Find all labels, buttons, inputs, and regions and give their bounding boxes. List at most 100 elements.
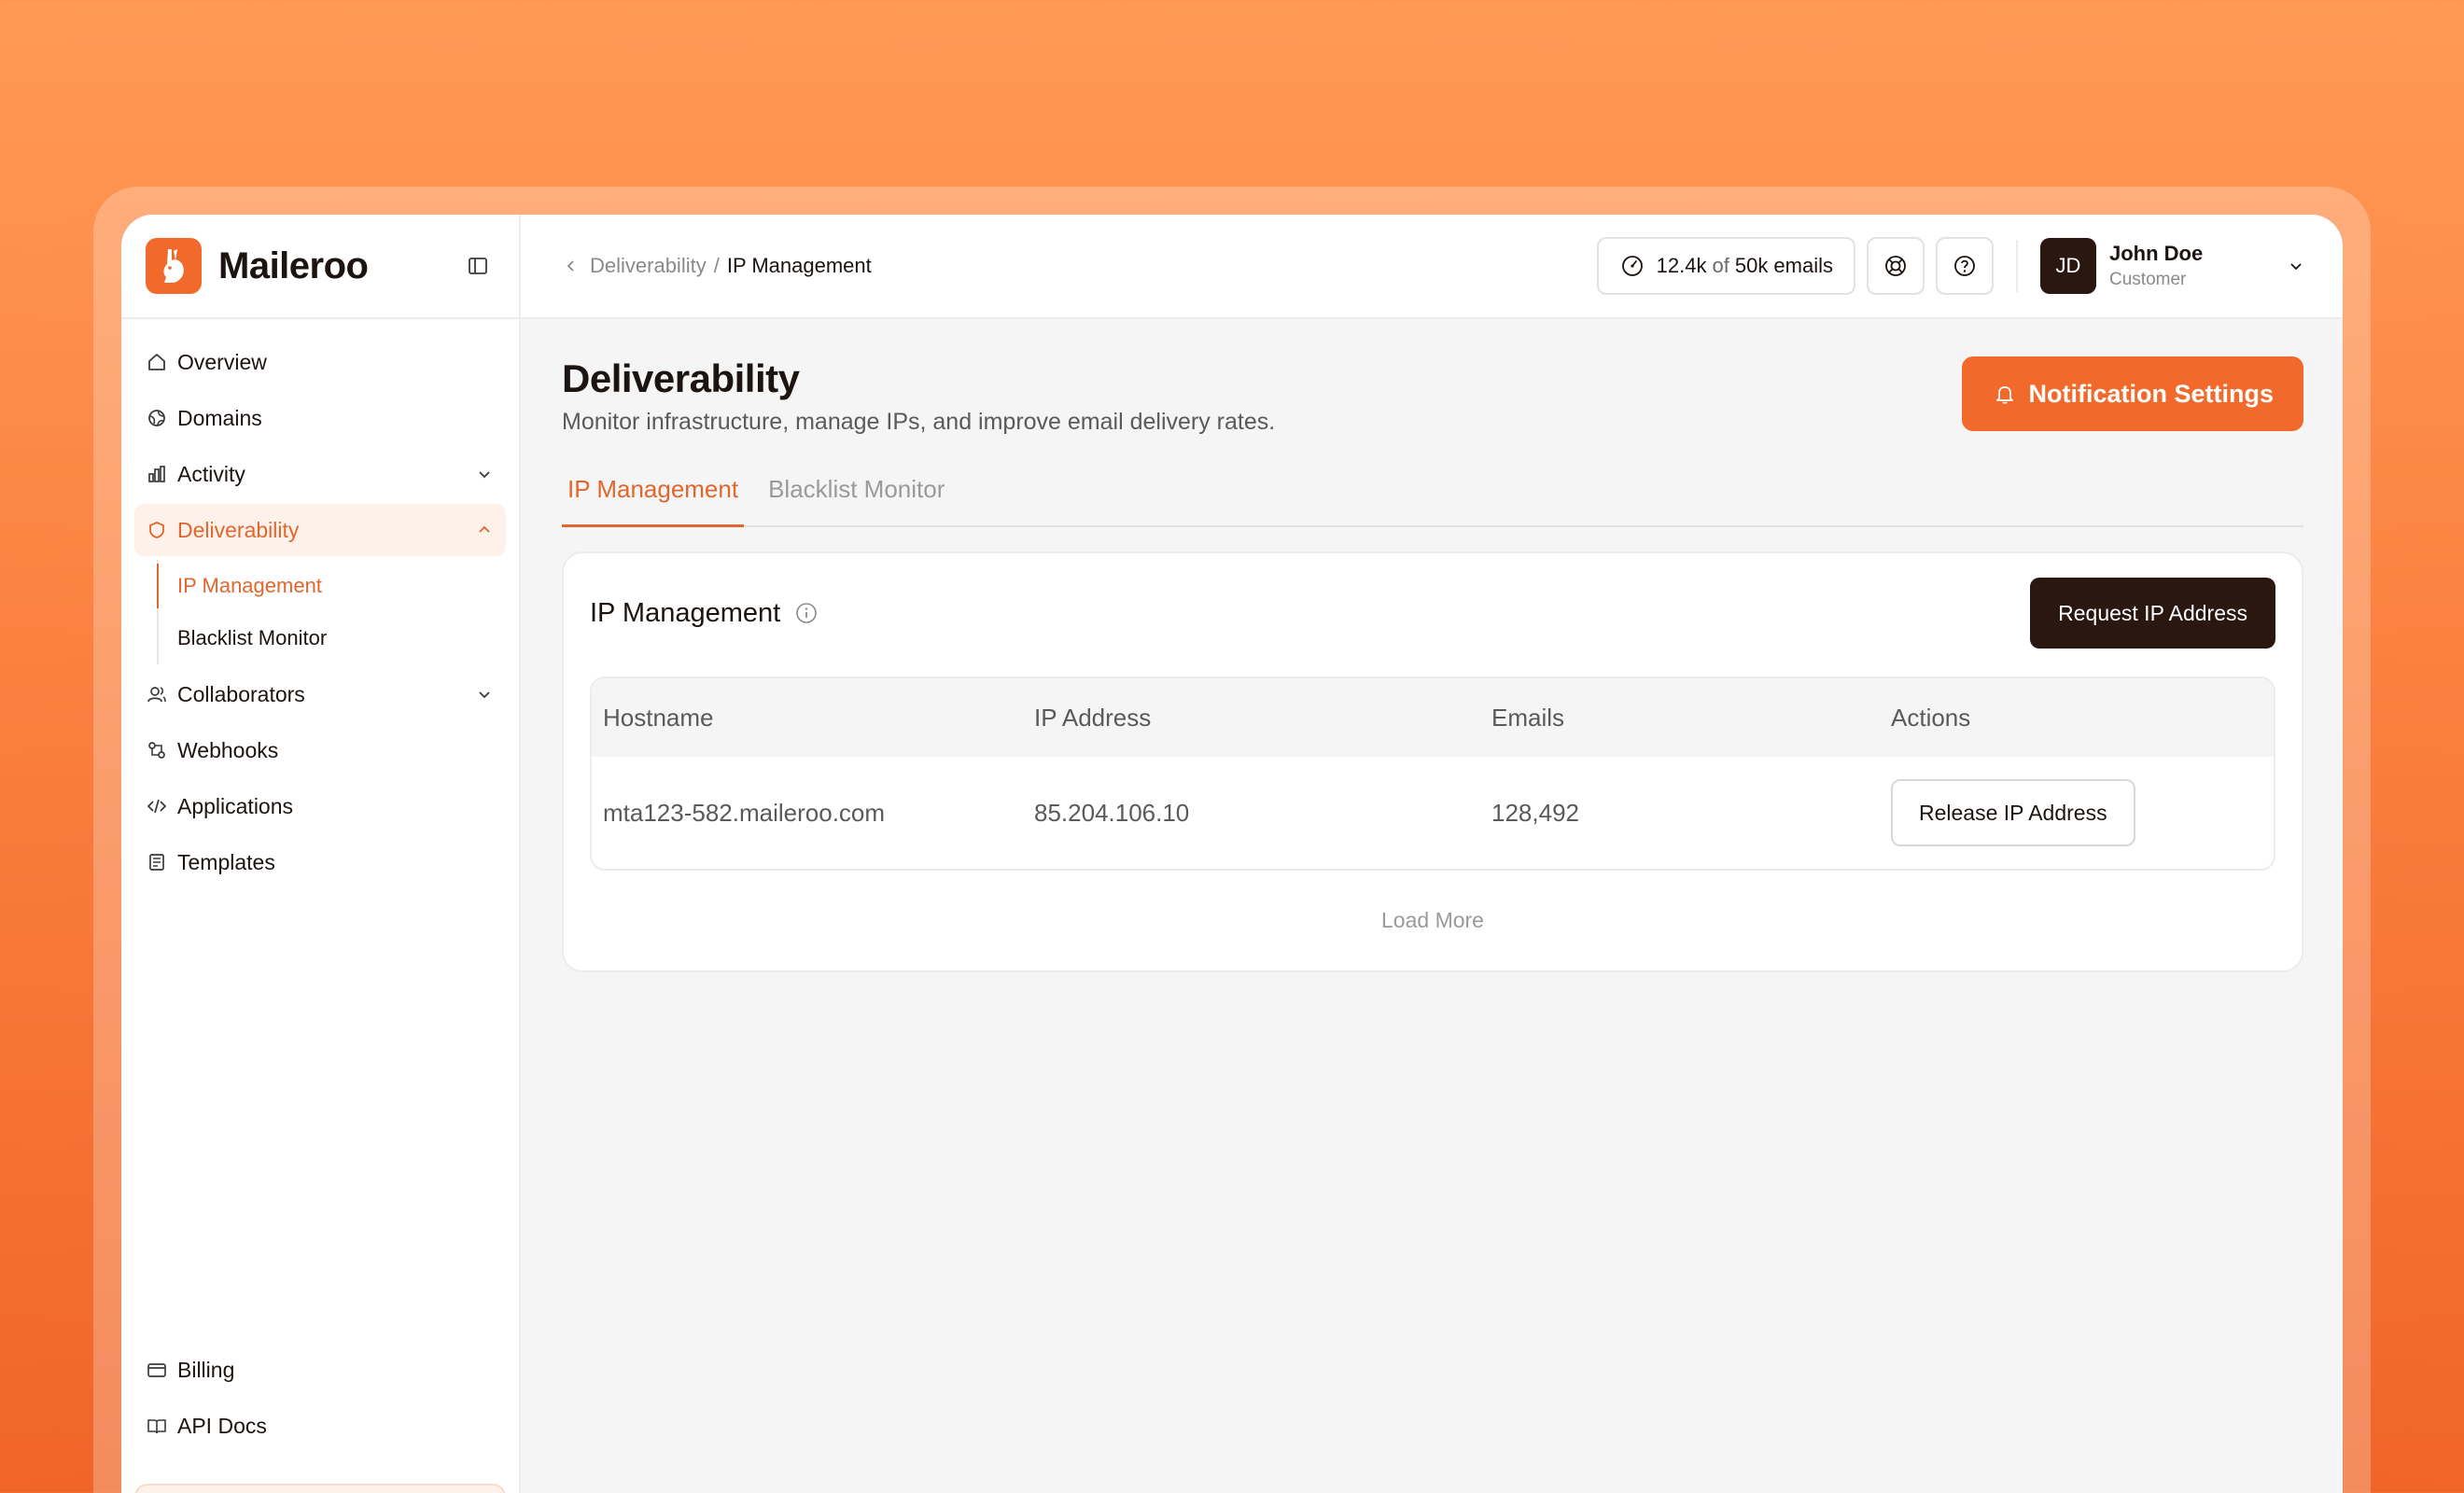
user-role: Customer: [2109, 270, 2187, 289]
sidebar-subitem-ip-management[interactable]: IP Management: [157, 560, 506, 612]
topbar-divider: [2016, 240, 2018, 292]
chevron-down-icon: [474, 684, 495, 705]
sidebar-item-label: Overview: [177, 349, 267, 374]
sidebar-item-billing[interactable]: Billing: [134, 1344, 506, 1396]
template-icon: [146, 851, 168, 873]
breadcrumb-parent-link[interactable]: Deliverability: [590, 254, 707, 278]
sidebar-item-api-docs[interactable]: API Docs: [134, 1400, 506, 1452]
sidebar-item-collaborators[interactable]: Collaborators: [134, 668, 506, 720]
sidebar-item-applications[interactable]: Applications: [134, 780, 506, 832]
load-more-button[interactable]: Load More: [590, 908, 2275, 933]
ip-table: Hostname IP Address Emails Actions mta12…: [590, 677, 2275, 871]
breadcrumb-separator: /: [713, 254, 720, 277]
page-subtitle: Monitor infrastructure, manage IPs, and …: [562, 409, 1276, 435]
brand-header: Maileroo: [121, 215, 519, 319]
cell-hostname: mta123-582.maileroo.com: [603, 798, 886, 827]
ip-management-card: IP Management Request IP Address Hostnam…: [562, 551, 2303, 972]
sidebar-toggle-button[interactable]: [461, 249, 495, 283]
column-header-emails: Emails: [1491, 703, 1565, 732]
cell-ip-address: 85.204.106.10: [1034, 798, 1190, 827]
table-header-row: Hostname IP Address Emails Actions: [592, 678, 2274, 757]
user-name: John Doe: [2109, 242, 2204, 265]
column-header-ip-address: IP Address: [1034, 703, 1152, 732]
users-icon: [146, 683, 168, 705]
maileroo-logo-icon: [146, 238, 202, 294]
avatar: JD: [2040, 238, 2096, 294]
chevron-down-icon: [2285, 255, 2307, 277]
sidebar-item-overview[interactable]: Overview: [134, 336, 506, 388]
sidebar-item-label: Webhooks: [177, 737, 279, 762]
sidebar-item-label: Deliverability: [177, 517, 300, 542]
sidebar-item-label: Billing: [177, 1357, 235, 1382]
support-button[interactable]: [1867, 237, 1925, 295]
home-icon: [146, 351, 168, 373]
main-area: Deliverability / IP Management 12.4k of …: [521, 215, 2343, 1493]
column-header-hostname: Hostname: [603, 703, 714, 732]
sidebar-subitem-blacklist-monitor[interactable]: Blacklist Monitor: [159, 612, 506, 664]
user-menu[interactable]: JD John Doe Customer: [2040, 238, 2307, 294]
sidebar-item-activity[interactable]: Activity: [134, 448, 506, 500]
breadcrumb-current: IP Management: [726, 254, 872, 277]
cell-actions: Release IP Address: [1880, 779, 2274, 846]
topbar-actions: 12.4k of 50k emails JD John Doe Customer: [1596, 237, 2307, 295]
globe-icon: [146, 407, 168, 429]
book-icon: [146, 1415, 168, 1437]
sidebar-item-webhooks[interactable]: Webhooks: [134, 724, 506, 776]
sidebar-item-label: Applications: [177, 793, 294, 818]
chevron-left-icon[interactable]: [562, 257, 581, 275]
page-title: Deliverability: [562, 356, 800, 400]
card-header: IP Management Request IP Address: [590, 578, 2275, 649]
sidebar: Maileroo Overview Domains Activity Deliv…: [121, 215, 521, 1493]
request-ip-address-button[interactable]: Request IP Address: [2030, 578, 2275, 649]
usage-total: 50k emails: [1734, 254, 1833, 277]
info-icon[interactable]: [793, 600, 819, 626]
page-content: Deliverability Monitor infrastructure, m…: [521, 319, 2343, 972]
code-icon: [146, 795, 168, 817]
tab-blacklist-monitor[interactable]: Blacklist Monitor: [763, 475, 950, 525]
notification-settings-label: Notification Settings: [2028, 379, 2275, 408]
shield-icon: [146, 519, 168, 541]
chevron-down-icon: [474, 464, 495, 484]
release-ip-address-button[interactable]: Release IP Address: [1891, 779, 2135, 846]
help-circle-icon: [1954, 256, 1975, 276]
sidebar-item-label: IP Management: [177, 574, 322, 597]
deliverability-subnav: IP Management Blacklist Monitor: [157, 560, 506, 664]
usage-used: 12.4k: [1656, 254, 1707, 277]
email-usage-pill[interactable]: 12.4k of 50k emails: [1596, 237, 1855, 295]
notification-settings-button[interactable]: Notification Settings: [1961, 356, 2303, 431]
sidebar-nav: Overview Domains Activity Deliverability…: [121, 319, 519, 909]
topbar: Deliverability / IP Management 12.4k of …: [521, 215, 2343, 319]
app-window: Maileroo Overview Domains Activity Deliv…: [121, 215, 2343, 1493]
breadcrumb: Deliverability / IP Management: [562, 254, 872, 278]
page-header: Deliverability Monitor infrastructure, m…: [562, 356, 2303, 436]
sidebar-item-label: Collaborators: [177, 681, 305, 706]
sidebar-panel-icon: [469, 258, 487, 274]
sidebar-item-label: Blacklist Monitor: [177, 626, 328, 649]
sidebar-item-label: Domains: [177, 405, 262, 430]
credit-card-icon: [146, 1359, 168, 1381]
user-meta: John Doe Customer: [2109, 242, 2277, 290]
card-title: IP Management: [590, 597, 781, 628]
bell-icon: [1992, 381, 2018, 407]
sidebar-item-label: API Docs: [177, 1413, 267, 1438]
webhook-icon: [146, 739, 168, 761]
tabs: IP Management Blacklist Monitor: [562, 475, 2303, 527]
brand-name: Maileroo: [218, 244, 369, 286]
tab-ip-management[interactable]: IP Management: [562, 475, 745, 527]
usage-of: of: [1712, 254, 1729, 277]
help-button[interactable]: [1936, 237, 1994, 295]
sidebar-item-label: Templates: [177, 849, 275, 874]
bar-chart-icon: [146, 463, 168, 485]
table-row: mta123-582.maileroo.com 85.204.106.10 12…: [592, 757, 2274, 869]
gauge-icon: [1619, 253, 1645, 279]
sidebar-footer-card: [134, 1484, 506, 1493]
lifebuoy-icon: [1885, 256, 1906, 276]
sidebar-item-label: Activity: [177, 461, 245, 486]
sidebar-item-domains[interactable]: Domains: [134, 392, 506, 444]
sidebar-item-templates[interactable]: Templates: [134, 836, 506, 888]
sidebar-item-deliverability[interactable]: Deliverability: [134, 504, 506, 556]
chevron-up-icon: [474, 520, 495, 540]
column-header-actions: Actions: [1891, 703, 1971, 732]
cell-emails: 128,492: [1491, 798, 1579, 827]
sidebar-bottom-nav: Billing API Docs: [134, 1344, 506, 1456]
